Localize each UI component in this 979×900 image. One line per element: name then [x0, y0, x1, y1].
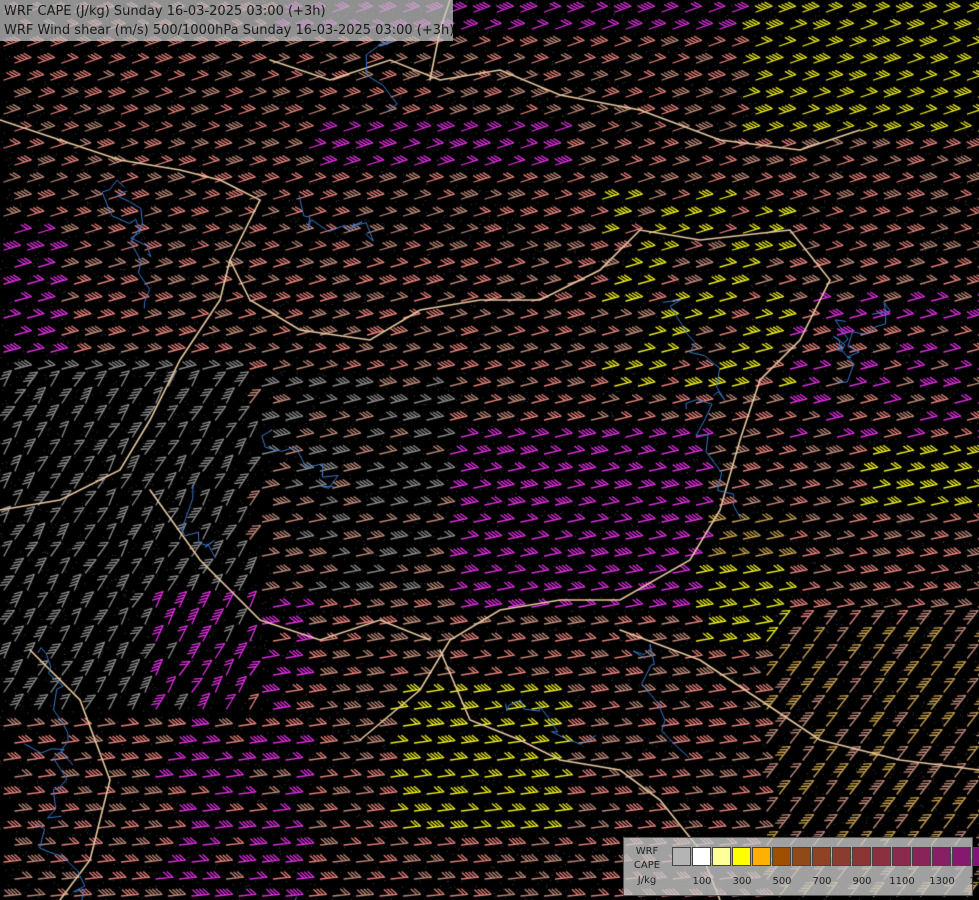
legend-swatch — [832, 847, 851, 866]
cape-legend: WRF CAPE J/kg 100 300 500 700 900 1100 1300 150… — [623, 837, 979, 896]
legend-unit-label: J/kg — [637, 875, 657, 886]
legend-tick: 900 — [852, 876, 872, 887]
legend-swatch — [892, 847, 911, 866]
legend-swatch — [912, 847, 931, 866]
legend-swatch — [812, 847, 831, 866]
wind-shear-title: WRF Wind shear (m/s) 500/1000hPa Sunday … — [4, 23, 455, 38]
legend-tick: 500 — [772, 876, 792, 887]
legend-swatch — [692, 847, 711, 866]
legend-tick: 1100 — [889, 876, 915, 887]
legend-swatch — [672, 847, 691, 866]
legend-swatch — [852, 847, 871, 866]
cape-title: WRF CAPE (J/kg) Sunday 16-03-2025 03:00 … — [4, 4, 326, 19]
legend-swatch — [792, 847, 811, 866]
legend-swatch — [712, 847, 731, 866]
legend-swatch — [972, 847, 979, 866]
legend-swatch — [952, 847, 971, 866]
legend-swatch — [772, 847, 791, 866]
wind-shear-barb-map — [0, 0, 979, 900]
legend-swatch — [872, 847, 891, 866]
legend-model-label: WRF — [635, 846, 659, 857]
legend-tick: 300 — [732, 876, 752, 887]
legend-swatch — [732, 847, 751, 866]
legend-tick: 100 — [692, 876, 712, 887]
map-title-box: WRF CAPE (J/kg) Sunday 16-03-2025 03:00 … — [0, 0, 455, 41]
legend-tick: 700 — [812, 876, 832, 887]
legend-tick-labels: 100 300 500 700 900 1100 1300 1500 — [672, 876, 979, 890]
legend-tick: 1500 — [969, 876, 979, 887]
legend-color-scale — [672, 847, 979, 866]
legend-swatch — [932, 847, 951, 866]
legend-swatch — [752, 847, 771, 866]
legend-tick: 1300 — [929, 876, 955, 887]
legend-variable-label: CAPE — [633, 860, 661, 871]
